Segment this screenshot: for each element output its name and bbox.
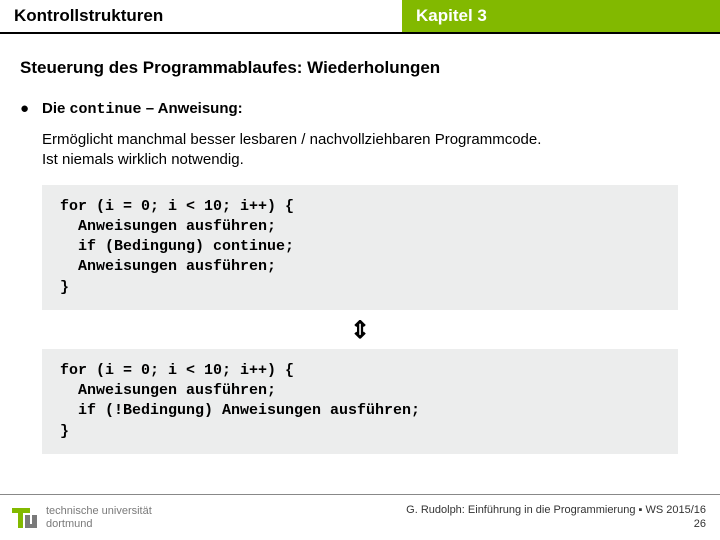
uni-line2: dortmund <box>46 518 92 530</box>
slide-content: Steuerung des Programmablaufes: Wiederho… <box>0 34 720 454</box>
slide-header: Kontrollstrukturen Kapitel 3 <box>0 0 720 34</box>
section-heading: Steuerung des Programmablaufes: Wiederho… <box>20 58 700 78</box>
page-number: 26 <box>694 518 706 530</box>
header-topic: Kontrollstrukturen <box>0 0 402 32</box>
bullet-text: Die continue – Anweisung: <box>42 100 243 118</box>
bullet-item: ● Die continue – Anweisung: <box>20 100 700 118</box>
bullet-marker: ● <box>20 100 42 117</box>
tu-logo-icon <box>10 504 38 532</box>
university-name: technische universität dortmund <box>46 505 152 529</box>
slide-footer: technische universität dortmund G. Rudol… <box>0 494 720 540</box>
university-logo: technische universität dortmund <box>10 504 152 532</box>
code-block-1: for (i = 0; i < 10; i++) { Anweisungen a… <box>42 185 678 310</box>
uni-line1: technische universität <box>46 505 152 517</box>
equivalence-arrow: ⇕ <box>20 316 700 345</box>
header-chapter: Kapitel 3 <box>402 0 720 32</box>
body-line1: Ermöglicht manchmal besser lesbaren / na… <box>42 131 541 148</box>
bullet-keyword: continue <box>70 101 142 118</box>
bullet-prefix: Die <box>42 100 70 117</box>
body-line2: Ist niemals wirklich notwendig. <box>42 151 244 168</box>
bullet-suffix: – Anweisung: <box>142 100 243 117</box>
code-block-2: for (i = 0; i < 10; i++) { Anweisungen a… <box>42 349 678 454</box>
footer-credit: G. Rudolph: Einführung in die Programmie… <box>406 504 706 532</box>
body-text: Ermöglicht manchmal besser lesbaren / na… <box>42 130 700 171</box>
credit-text: G. Rudolph: Einführung in die Programmie… <box>406 504 706 516</box>
